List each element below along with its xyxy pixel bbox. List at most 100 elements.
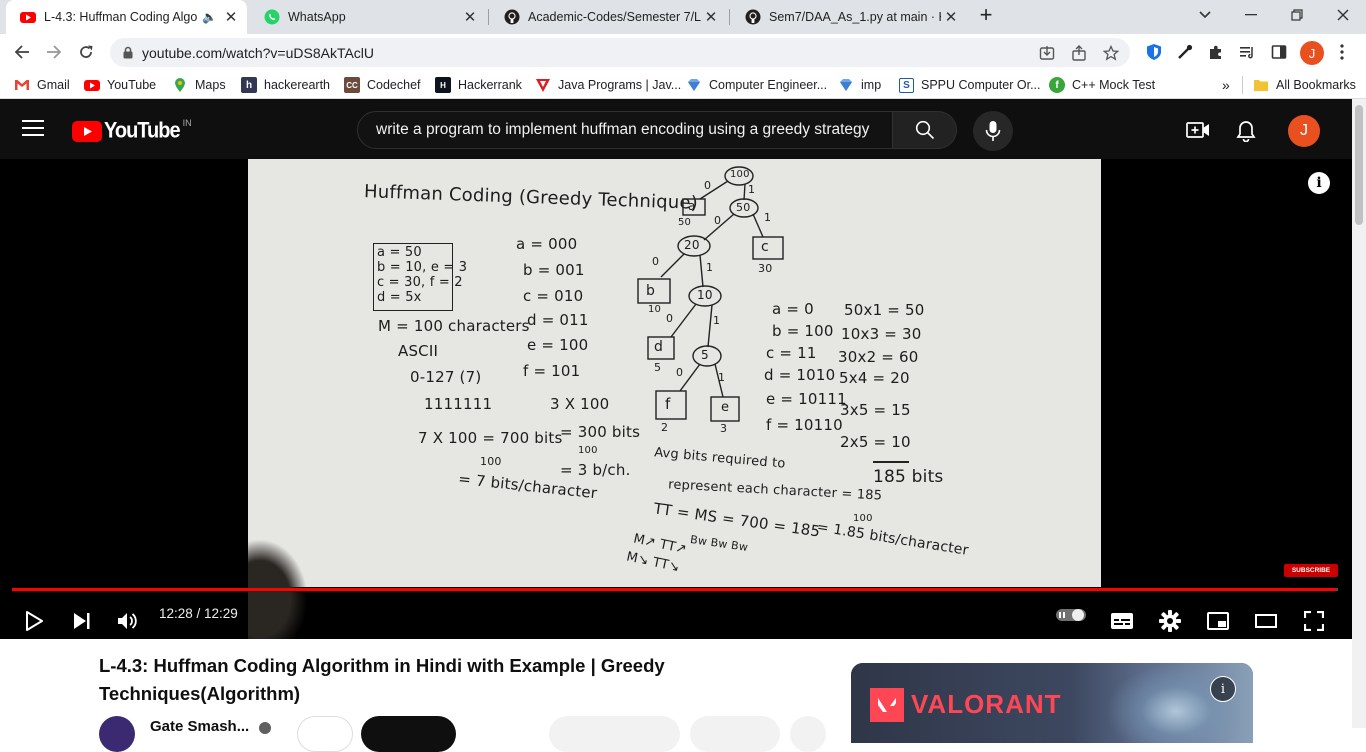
youtube-header: YouTube IN J xyxy=(0,99,1352,159)
audio-icon[interactable]: 🔈 xyxy=(202,10,217,24)
forward-button[interactable] xyxy=(40,38,68,66)
video-frame-whiteboard: Huffman Coding (Greedy Technique) a = 50… xyxy=(248,159,1101,587)
next-video-button[interactable] xyxy=(64,603,100,639)
youtube-favicon-icon xyxy=(20,12,36,23)
theater-mode-icon xyxy=(1255,614,1277,628)
install-app-icon[interactable] xyxy=(1038,44,1056,62)
bookmark-sppu[interactable]: S SPPU Computer Or... xyxy=(899,76,1040,94)
close-tab-icon[interactable]: ✕ xyxy=(701,8,721,26)
video-title: L-4.3: Huffman Coding Algorithm in Hindi… xyxy=(99,655,665,704)
valorant-logo-icon xyxy=(870,688,904,722)
search-input[interactable] xyxy=(374,120,874,140)
chrome-menu-icon[interactable] xyxy=(1332,42,1352,62)
like-dislike-button[interactable] xyxy=(549,716,680,752)
youtube-icon xyxy=(84,80,100,91)
bookmark-computer-engineer[interactable]: Computer Engineer... xyxy=(686,76,827,94)
miniplayer-button[interactable] xyxy=(1200,603,1236,639)
shield-extension-icon[interactable] xyxy=(1144,42,1164,62)
tab-github-sem7[interactable]: Sem7/DAA_As_1.py at main · Hri ✕ xyxy=(731,0,967,34)
gear-icon xyxy=(1159,610,1181,632)
progress-fill xyxy=(12,588,1337,591)
progress-bar[interactable] xyxy=(12,588,1338,591)
bookmark-star-icon[interactable] xyxy=(1102,44,1120,62)
bookmark-hackerrank[interactable]: H Hackerrank xyxy=(435,76,522,94)
video-info-icon[interactable]: i xyxy=(1308,172,1330,194)
bookmark-cpp-mock-test[interactable]: f C++ Mock Test xyxy=(1049,76,1155,94)
close-tab-icon[interactable]: ✕ xyxy=(460,8,480,26)
autoplay-toggle[interactable] xyxy=(1056,609,1086,621)
create-video-icon[interactable] xyxy=(1186,121,1210,144)
address-bar[interactable]: youtube.com/watch?v=uDS8AkTAclU xyxy=(110,38,1130,67)
url-text: youtube.com/watch?v=uDS8AkTAclU xyxy=(142,45,375,61)
theater-mode-button[interactable] xyxy=(1248,603,1284,639)
fullscreen-button[interactable] xyxy=(1296,603,1332,639)
tab-title: Academic-Codes/Semester 7/LP xyxy=(528,10,701,24)
bookmark-maps[interactable]: Maps xyxy=(172,76,226,94)
restore-button[interactable] xyxy=(1274,0,1320,30)
channel-name[interactable]: Gate Smash... xyxy=(150,718,249,735)
all-bookmarks-button[interactable]: All Bookmarks xyxy=(1253,76,1356,94)
account-avatar[interactable]: J xyxy=(1288,115,1320,147)
search-button[interactable] xyxy=(893,111,957,149)
voice-search-button[interactable] xyxy=(973,111,1013,151)
subscribe-watermark[interactable]: SUBSCRIBE xyxy=(1284,564,1338,577)
profile-avatar[interactable]: J xyxy=(1300,41,1324,65)
subscribe-button[interactable] xyxy=(361,716,456,752)
scrollbar-thumb[interactable] xyxy=(1355,105,1363,225)
bookmark-gmail[interactable]: Gmail xyxy=(14,76,70,94)
youtube-logo[interactable]: YouTube IN xyxy=(72,118,192,144)
play-button[interactable] xyxy=(16,603,52,639)
close-tab-icon[interactable]: ✕ xyxy=(221,8,241,26)
notifications-bell-icon[interactable] xyxy=(1236,120,1256,147)
sponsored-ad-card[interactable]: VALORANT i xyxy=(851,663,1253,743)
tab-strip: L-4.3: Huffman Coding Algo 🔈 ✕ WhatsApp … xyxy=(0,0,1366,34)
verified-badge-icon xyxy=(259,722,271,734)
search-box[interactable] xyxy=(357,111,893,149)
reading-list-icon[interactable] xyxy=(1237,42,1257,62)
share-icon[interactable] xyxy=(1070,44,1088,62)
sppu-icon: S xyxy=(899,77,914,93)
bookmarks-overflow-icon[interactable]: » xyxy=(1222,76,1230,94)
tab-whatsapp[interactable]: WhatsApp ✕ xyxy=(250,0,486,34)
whatsapp-favicon-icon xyxy=(264,9,280,25)
miniplayer-icon xyxy=(1207,612,1229,630)
eyedropper-extension-icon[interactable] xyxy=(1175,42,1195,62)
page-scrollbar[interactable] xyxy=(1352,99,1366,728)
new-tab-button[interactable]: + xyxy=(964,0,1008,30)
tab-title: Sem7/DAA_As_1.py at main · Hri xyxy=(769,10,941,24)
site-info-icon[interactable] xyxy=(122,46,134,59)
settings-button[interactable] xyxy=(1152,603,1188,639)
search-icon xyxy=(915,120,934,140)
ad-info-icon[interactable]: i xyxy=(1210,676,1236,702)
tab-youtube[interactable]: L-4.3: Huffman Coding Algo 🔈 ✕ xyxy=(6,0,247,34)
volume-button[interactable] xyxy=(110,603,146,639)
close-tab-icon[interactable]: ✕ xyxy=(941,8,961,26)
github-favicon-icon xyxy=(745,9,761,25)
folder-icon xyxy=(1254,80,1268,91)
bookmarks-bar: Gmail YouTube Maps h hackerearth CC Code… xyxy=(0,71,1366,99)
channel-avatar[interactable] xyxy=(99,716,135,752)
cpp-mock-icon: f xyxy=(1049,77,1065,93)
browser-toolbar: youtube.com/watch?v=uDS8AkTAclU J xyxy=(0,34,1366,71)
extensions-puzzle-icon[interactable] xyxy=(1206,42,1226,62)
bookmark-java-programs[interactable]: Java Programs | Jav... xyxy=(535,76,681,94)
bookmark-hackerearth[interactable]: h hackerearth xyxy=(241,76,330,94)
reload-button[interactable] xyxy=(72,38,100,66)
close-window-button[interactable] xyxy=(1320,0,1366,30)
hamburger-menu-icon[interactable] xyxy=(22,119,50,141)
back-button[interactable] xyxy=(8,38,36,66)
video-player[interactable]: Huffman Coding (Greedy Technique) a = 50… xyxy=(0,159,1352,639)
side-panel-icon[interactable] xyxy=(1269,42,1289,62)
subtitles-button[interactable] xyxy=(1104,603,1140,639)
minimize-button[interactable] xyxy=(1228,0,1274,30)
share-button[interactable] xyxy=(690,716,780,752)
tab-search-icon[interactable] xyxy=(1182,0,1228,30)
tab-github-academic[interactable]: Academic-Codes/Semester 7/LP ✕ xyxy=(490,0,727,34)
join-button[interactable] xyxy=(297,716,353,752)
bookmark-imp[interactable]: imp xyxy=(838,76,881,94)
bookmark-youtube[interactable]: YouTube xyxy=(84,76,156,94)
youtube-logo-icon xyxy=(72,120,102,142)
more-actions-button[interactable] xyxy=(790,716,826,752)
bookmark-codechef[interactable]: CC Codechef xyxy=(344,76,421,94)
skip-next-icon xyxy=(74,613,90,629)
